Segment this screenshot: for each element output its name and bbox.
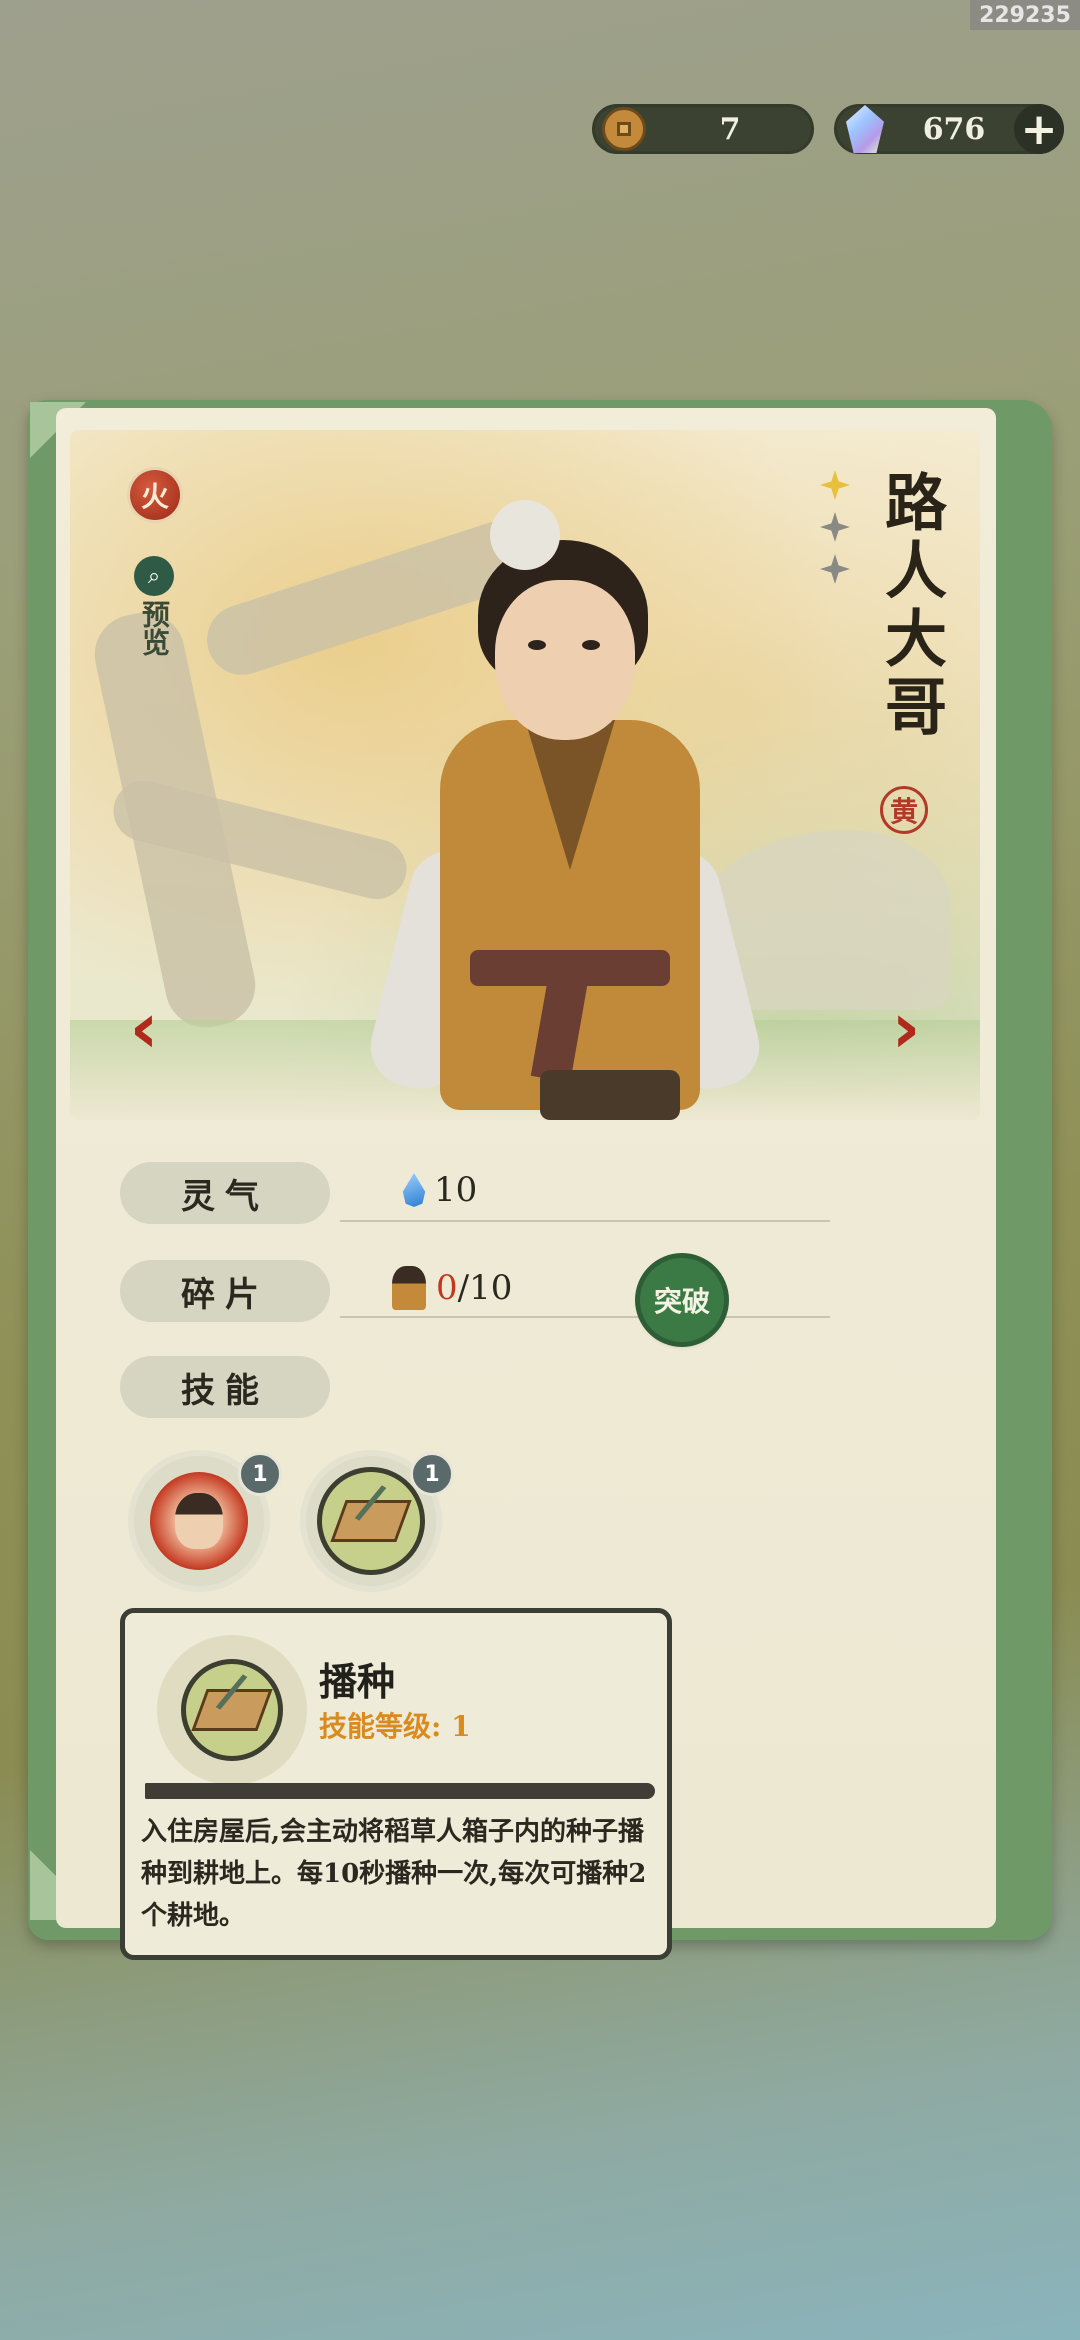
skills-label: 技能 (120, 1356, 330, 1418)
hoe-icon (330, 1500, 412, 1542)
add-crystal-button[interactable]: + (1014, 104, 1064, 155)
spirit-crystal-icon (846, 105, 884, 153)
ink-brush-divider (145, 1783, 655, 1799)
aura-amount: 10 (434, 1170, 478, 1210)
previous-character-arrow[interactable]: ‹ (124, 993, 164, 1063)
character-eye (582, 640, 600, 650)
portrait-face (175, 1493, 223, 1549)
skill-level-badge: 1 (410, 1452, 454, 1496)
coin-amount: 7 (719, 111, 741, 147)
skill-name: 播种 (319, 1659, 396, 1704)
divider (340, 1316, 830, 1318)
copper-coin-icon (602, 107, 646, 151)
divider (340, 1220, 830, 1222)
next-character-arrow[interactable]: › (886, 993, 926, 1063)
preview-button-label[interactable]: 预览 (138, 600, 171, 656)
fragments-total: /10 (457, 1268, 513, 1308)
character-artwork (70, 430, 980, 1120)
rarity-seal-icon: 黄 (880, 786, 928, 834)
aura-value: 10 (400, 1170, 477, 1210)
character-eye (528, 640, 546, 650)
character-hair-bun (490, 500, 560, 570)
skill-level-text: 技能等级: 1 (319, 1710, 471, 1743)
aura-label: 灵气 (120, 1162, 330, 1224)
breakthrough-button[interactable]: 突破 (640, 1258, 724, 1342)
character-trousers (540, 1070, 680, 1120)
fragments-value: 0 /10 (392, 1266, 512, 1310)
character-face (495, 580, 635, 740)
coin-counter[interactable]: 7 (592, 104, 814, 154)
hoe-sowing-skill-icon (322, 1472, 420, 1570)
magnify-preview-icon[interactable]: ⌕ (134, 556, 174, 596)
hoe-icon (191, 1689, 273, 1731)
skill-description: 入住房屋后,会主动将稻草人箱子内的种子播种到耕地上。每10秒播种一次,每次可播种… (141, 1817, 647, 1931)
skill-detail-icon-frame (157, 1635, 307, 1785)
crystal-amount: 676 (922, 111, 986, 147)
skill-level-badge: 1 (238, 1452, 282, 1496)
skill-detail-panel: 播种 技能等级: 1 入住房屋后,会主动将稻草人箱子内的种子播种到耕地上。每10… (120, 1608, 672, 1960)
hoe-sowing-skill-icon (186, 1664, 278, 1756)
character-name: 路人大哥 (874, 470, 947, 742)
character-portrait-skill-icon (150, 1472, 248, 1570)
spirit-drop-icon (402, 1173, 426, 1207)
screenshot-id-badge: 229235 (970, 0, 1080, 30)
fire-element-badge: 火 (130, 470, 180, 520)
character-fragment-icon (392, 1266, 426, 1310)
fragments-current: 0 (436, 1268, 458, 1308)
fragments-label: 碎片 (120, 1260, 330, 1322)
